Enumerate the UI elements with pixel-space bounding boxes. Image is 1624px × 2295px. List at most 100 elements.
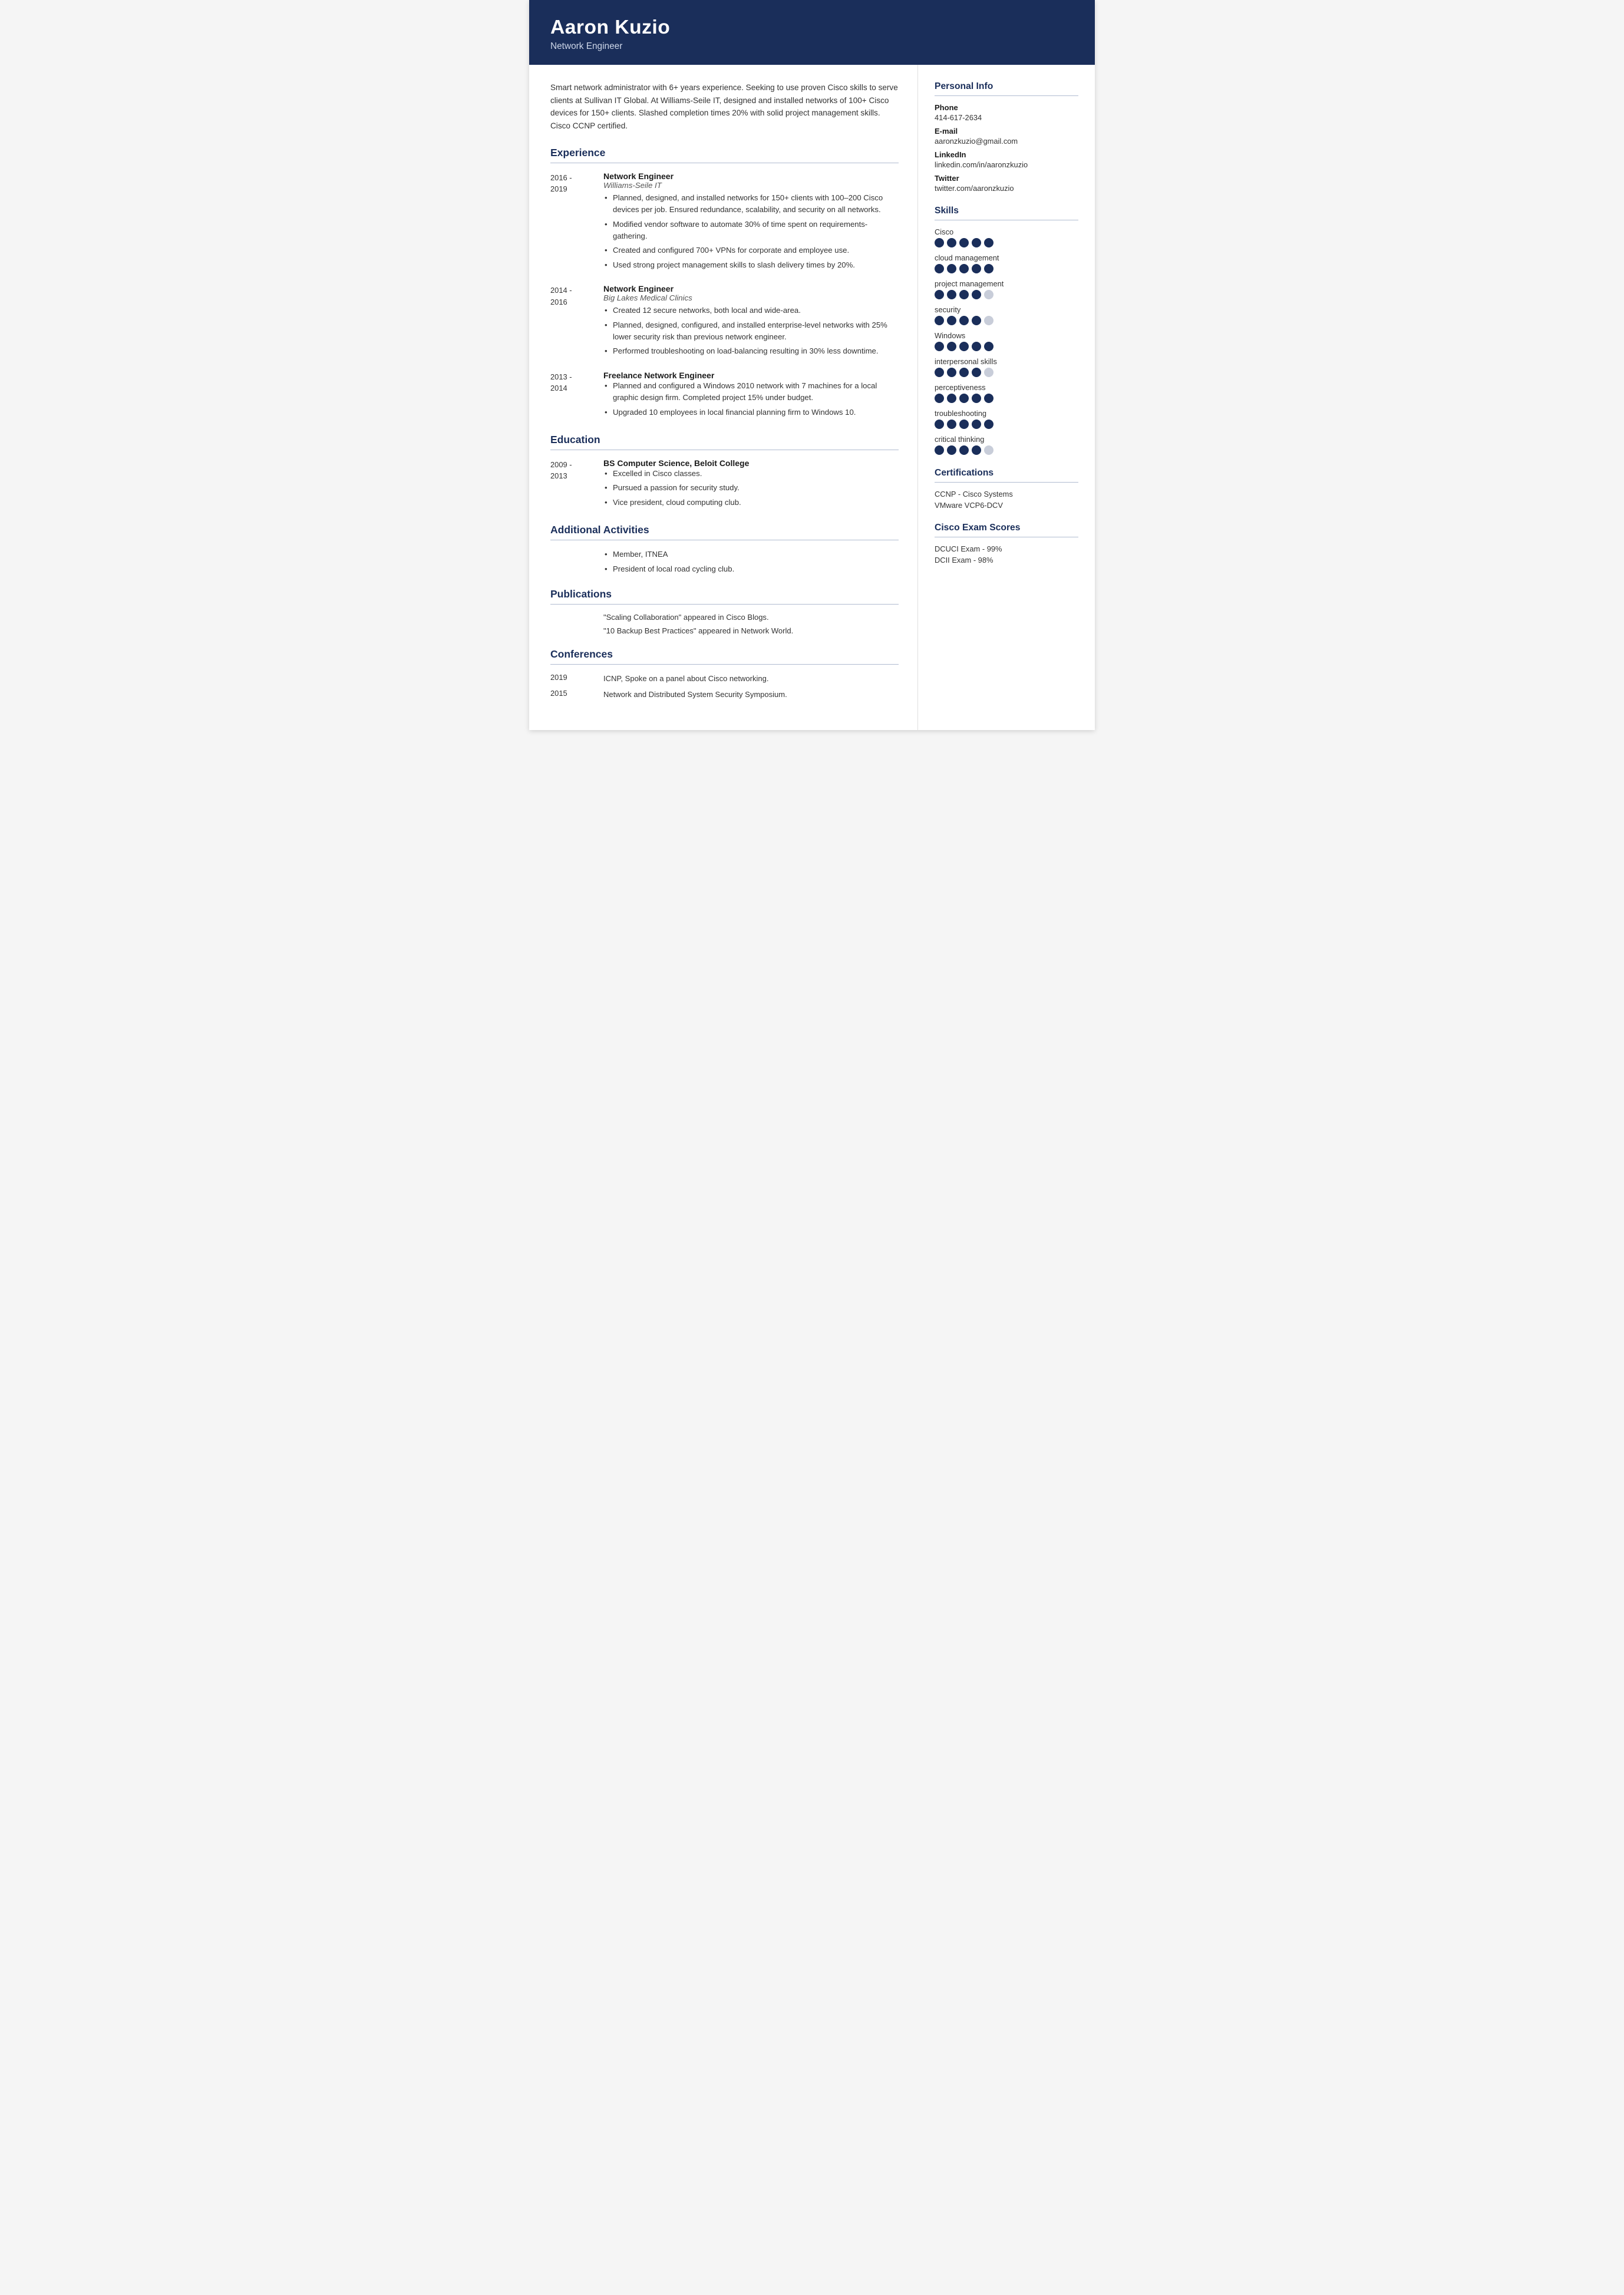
certifications-entries: CCNP - Cisco Systems VMware VCP6-DCV xyxy=(935,490,1078,510)
linkedin-value: linkedin.com/in/aaronzkuzio xyxy=(935,160,1078,169)
skill-name: troubleshooting xyxy=(935,409,1078,418)
entry-title: Network Engineer xyxy=(603,284,899,293)
experience-title: Experience xyxy=(550,147,899,159)
twitter-label: Twitter xyxy=(935,174,1078,183)
entry-bullets: Created 12 secure networks, both local a… xyxy=(603,305,899,358)
additional-bullets: Member, ITNEA President of local road cyc… xyxy=(603,549,899,575)
skill-dot-filled xyxy=(959,394,969,403)
list-item: Vice president, cloud computing club. xyxy=(603,497,899,508)
conferences-section: Conferences 2019ICNP, Spoke on a panel a… xyxy=(550,648,899,701)
skill-dots xyxy=(935,445,1078,455)
skill-dot-filled xyxy=(984,342,993,351)
table-row: 2019ICNP, Spoke on a panel about Cisco n… xyxy=(550,673,899,685)
left-column: Smart network administrator with 6+ year… xyxy=(529,65,918,730)
skill-name: security xyxy=(935,305,1078,314)
skills-title: Skills xyxy=(935,206,1078,216)
skill-dot-filled xyxy=(935,342,944,351)
skill-dot-filled xyxy=(984,238,993,247)
phone-label: Phone xyxy=(935,103,1078,112)
skill-dot-filled xyxy=(935,420,944,429)
skill-dot-filled xyxy=(959,368,969,377)
skill-dots xyxy=(935,264,1078,273)
list-item: Excelled in Cisco classes. xyxy=(603,468,899,480)
skill-dot-filled xyxy=(972,368,981,377)
twitter-value: twitter.com/aaronzkuzio xyxy=(935,184,1078,193)
skill-dot-filled xyxy=(947,368,956,377)
skill-dot-filled xyxy=(935,368,944,377)
entry-bullets: Planned, designed, and installed network… xyxy=(603,192,899,271)
education-section: Education 2009 -2013BS Computer Science,… xyxy=(550,434,899,511)
skill-dot-filled xyxy=(935,238,944,247)
skill-dot-filled xyxy=(935,445,944,455)
table-row: 2009 -2013BS Computer Science, Beloit Co… xyxy=(550,458,899,511)
skill-dot-filled xyxy=(959,445,969,455)
certification-item: VMware VCP6-DCV xyxy=(935,501,1078,510)
skill-dots xyxy=(935,342,1078,351)
list-item: Planned and configured a Windows 2010 ne… xyxy=(603,380,899,404)
summary-text: Smart network administrator with 6+ year… xyxy=(550,81,899,133)
conference-desc: ICNP, Spoke on a panel about Cisco netwo… xyxy=(603,673,899,685)
skill-dot-filled xyxy=(972,290,981,299)
table-row: 2014 -2016Network EngineerBig Lakes Medi… xyxy=(550,284,899,360)
skill-row: perceptiveness xyxy=(935,383,1078,403)
list-item: Upgraded 10 employees in local financial… xyxy=(603,407,899,418)
main-content: Smart network administrator with 6+ year… xyxy=(529,65,1095,730)
skill-name: project management xyxy=(935,279,1078,288)
email-value: aaronzkuzio@gmail.com xyxy=(935,137,1078,146)
skill-dot-filled xyxy=(947,342,956,351)
skill-dots xyxy=(935,368,1078,377)
skill-row: interpersonal skills xyxy=(935,357,1078,377)
skill-dot-filled xyxy=(984,394,993,403)
skill-dot-filled xyxy=(947,445,956,455)
personal-info-divider xyxy=(935,95,1078,96)
skill-name: Cisco xyxy=(935,227,1078,236)
cisco-scores-entries: DCUCI Exam - 99%DCII Exam - 98% xyxy=(935,544,1078,564)
conference-desc: Network and Distributed System Security … xyxy=(603,689,899,701)
skill-row: Windows xyxy=(935,331,1078,351)
cisco-scores-title: Cisco Exam Scores xyxy=(935,523,1078,533)
publications-section: Publications "Scaling Collaboration" app… xyxy=(550,588,899,635)
education-title: Education xyxy=(550,434,899,446)
entry-dates: 2009 -2013 xyxy=(550,458,603,511)
skill-dot-filled xyxy=(972,445,981,455)
skills-entries: Cisco cloud management project management s… xyxy=(935,227,1078,455)
exam-score-item: DCII Exam - 98% xyxy=(935,556,1078,564)
skill-dot-filled xyxy=(947,264,956,273)
list-item: Used strong project management skills to… xyxy=(603,259,899,271)
skill-dot-filled xyxy=(984,420,993,429)
skill-dot-filled xyxy=(947,316,956,325)
conference-year: 2015 xyxy=(550,689,603,701)
entry-bullets: Planned and configured a Windows 2010 ne… xyxy=(603,380,899,418)
skill-dot-filled xyxy=(935,316,944,325)
skill-name: perceptiveness xyxy=(935,383,1078,392)
skill-dot-filled xyxy=(959,264,969,273)
skill-dot-filled xyxy=(935,290,944,299)
personal-info-title: Personal Info xyxy=(935,81,1078,92)
skill-dot-filled xyxy=(959,316,969,325)
entry-body: Freelance Network EngineerPlanned and co… xyxy=(603,371,899,421)
entry-body: BS Computer Science, Beloit CollegeExcel… xyxy=(603,458,899,511)
skill-dot-filled xyxy=(984,264,993,273)
list-item: President of local road cycling club. xyxy=(603,563,899,575)
skill-dots xyxy=(935,316,1078,325)
certification-item: CCNP - Cisco Systems xyxy=(935,490,1078,498)
certifications-divider xyxy=(935,482,1078,483)
list-item: Modified vendor software to automate 30%… xyxy=(603,219,899,243)
conferences-entries: 2019ICNP, Spoke on a panel about Cisco n… xyxy=(550,673,899,701)
skill-row: critical thinking xyxy=(935,435,1078,455)
publication-item: "Scaling Collaboration" appeared in Cisc… xyxy=(603,613,899,622)
skill-row: cloud management xyxy=(935,253,1078,273)
conferences-title: Conferences xyxy=(550,648,899,661)
entry-dates: 2016 -2019 xyxy=(550,171,603,273)
list-item: Member, ITNEA xyxy=(603,549,899,560)
list-item: Pursued a passion for security study. xyxy=(603,482,899,494)
entry-bullets: Excelled in Cisco classes. Pursued a pass… xyxy=(603,468,899,508)
experience-entries: 2016 -2019Network EngineerWilliams-Seile… xyxy=(550,171,899,421)
table-row: 2013 -2014Freelance Network EngineerPlan… xyxy=(550,371,899,421)
skills-section: Skills Cisco cloud management project mana… xyxy=(935,206,1078,455)
skill-dot-filled xyxy=(935,264,944,273)
skill-row: security xyxy=(935,305,1078,325)
entry-dates: 2013 -2014 xyxy=(550,371,603,421)
skill-dot-filled xyxy=(947,420,956,429)
header: Aaron Kuzio Network Engineer xyxy=(529,0,1095,65)
